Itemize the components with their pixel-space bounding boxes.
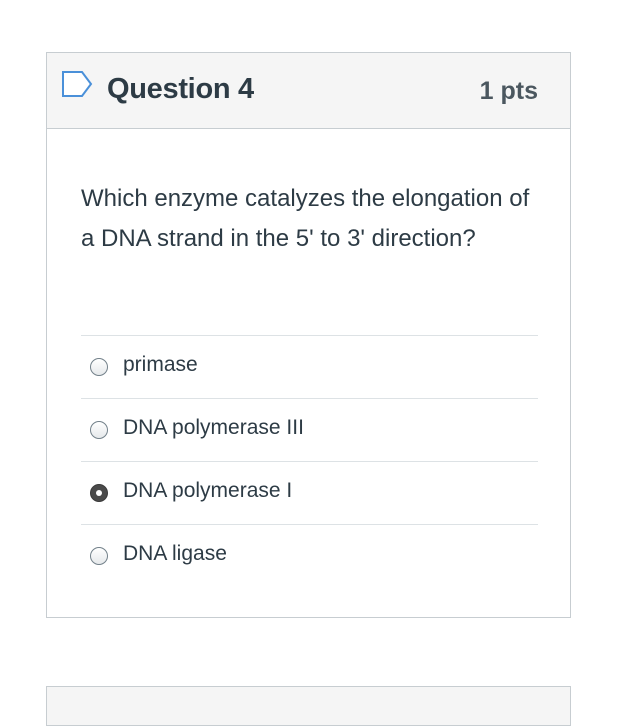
answer-option[interactable]: primase [81,335,538,398]
answer-label: DNA polymerase I [123,479,293,502]
answer-option[interactable]: DNA polymerase III [81,398,538,461]
answer-list: primase DNA polymerase III DNA polymeras… [81,335,538,587]
radio-button[interactable] [90,358,108,376]
question-title: Question 4 [107,73,254,105]
answer-label: DNA polymerase III [123,416,304,439]
next-question-card [46,686,571,726]
answer-option[interactable]: DNA polymerase I [81,461,538,524]
answer-label: primase [123,353,198,376]
question-text: Which enzyme catalyzes the elongation of… [81,185,530,252]
radio-button[interactable] [90,421,108,439]
answer-option[interactable]: DNA ligase [81,524,538,587]
question-points: 1 pts [479,77,538,105]
answer-label: DNA ligase [123,542,227,565]
question-card: Question 4 1 pts Which enzyme catalyzes … [46,52,571,618]
radio-button[interactable] [90,547,108,565]
radio-button-selected[interactable] [90,484,108,502]
question-header: Question 4 1 pts [47,53,570,129]
flag-question-icon[interactable] [61,69,93,99]
